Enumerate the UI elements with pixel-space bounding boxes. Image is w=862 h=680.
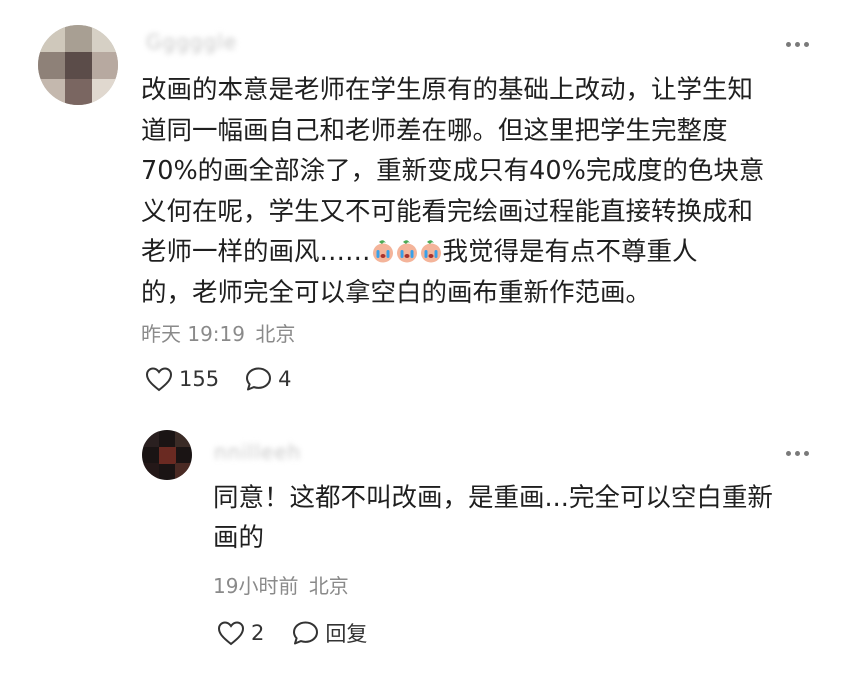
speech-bubble-icon (293, 621, 319, 645)
heart-icon (145, 367, 173, 392)
comment-line: 改画的本意是老师在学生原有的基础上改动，让学生知 (141, 75, 754, 105)
reply-text: 同意！这都不叫改画，是重画...完全可以空白重新 画的 (213, 478, 773, 558)
reply-button-label: 回复 (325, 622, 368, 646)
reply-time: 19小时前 (213, 574, 299, 598)
reply-like-count: 2 (251, 621, 265, 645)
reply-button[interactable]: 回复 (292, 618, 367, 648)
heart-icon (217, 621, 245, 646)
more-dot (786, 42, 791, 47)
more-dot (804, 42, 809, 47)
comment-line: 道同一幅画自己和老师差在哪。但这里把学生完整度 (141, 115, 728, 146)
avatar[interactable] (38, 25, 118, 105)
crying-face-icon (372, 240, 393, 263)
comment-more-button[interactable] (786, 42, 809, 47)
comment-time: 昨天 19:19 (141, 322, 245, 346)
crying-face-icon (396, 240, 417, 263)
more-dot (804, 451, 809, 456)
more-dot (795, 451, 800, 456)
comment-text: 改画的本意是老师在学生原有的基础上改动，让学生知 道同一幅画自己和老师差在哪。但… (141, 70, 764, 313)
reply-location: 北京 (308, 574, 349, 598)
reply-more-button[interactable] (786, 451, 809, 456)
reply-count-button[interactable]: 4 (245, 366, 291, 392)
comment-username[interactable]: Gggggle (146, 30, 237, 54)
more-dot (786, 451, 791, 456)
reply-line: 同意！这都不叫改画，是重画...完全可以空白重新 (213, 483, 773, 513)
reply-avatar[interactable] (142, 430, 192, 480)
reply-meta: 19小时前 北京 (213, 570, 349, 599)
comment-location: 北京 (255, 322, 296, 346)
reply-count: 4 (278, 367, 292, 391)
reply-actions: 2 回复 (217, 618, 367, 648)
reply-line: 画的 (213, 523, 265, 553)
reply-username[interactable]: nnilleeh (214, 440, 301, 464)
comment-meta: 昨天 19:19 北京 (141, 318, 295, 347)
comment-line-part: 我觉得是有点不尊重人 (442, 237, 698, 267)
reply-like-button[interactable]: 2 (217, 620, 264, 646)
like-button[interactable]: 155 (145, 366, 219, 392)
comment-line: 的，老师完全可以拿空白的画布重新作范画。 (141, 277, 652, 308)
crying-face-icon (420, 240, 441, 263)
comment-actions: 155 4 (145, 366, 291, 392)
speech-bubble-icon (246, 367, 272, 391)
like-count: 155 (179, 367, 220, 391)
comment-line: 70%的画全部涂了，重新变成只有40%完成度的色块意 (141, 156, 765, 186)
comment-line: 义何在呢，学生又不可能看完绘画过程能直接转换成和 (141, 196, 754, 227)
comment-line: 老师一样的画风…… 我觉得是有点不尊重人 (141, 232, 764, 273)
comment-line-part: 老师一样的画风…… (141, 237, 371, 267)
more-dot (795, 42, 800, 47)
